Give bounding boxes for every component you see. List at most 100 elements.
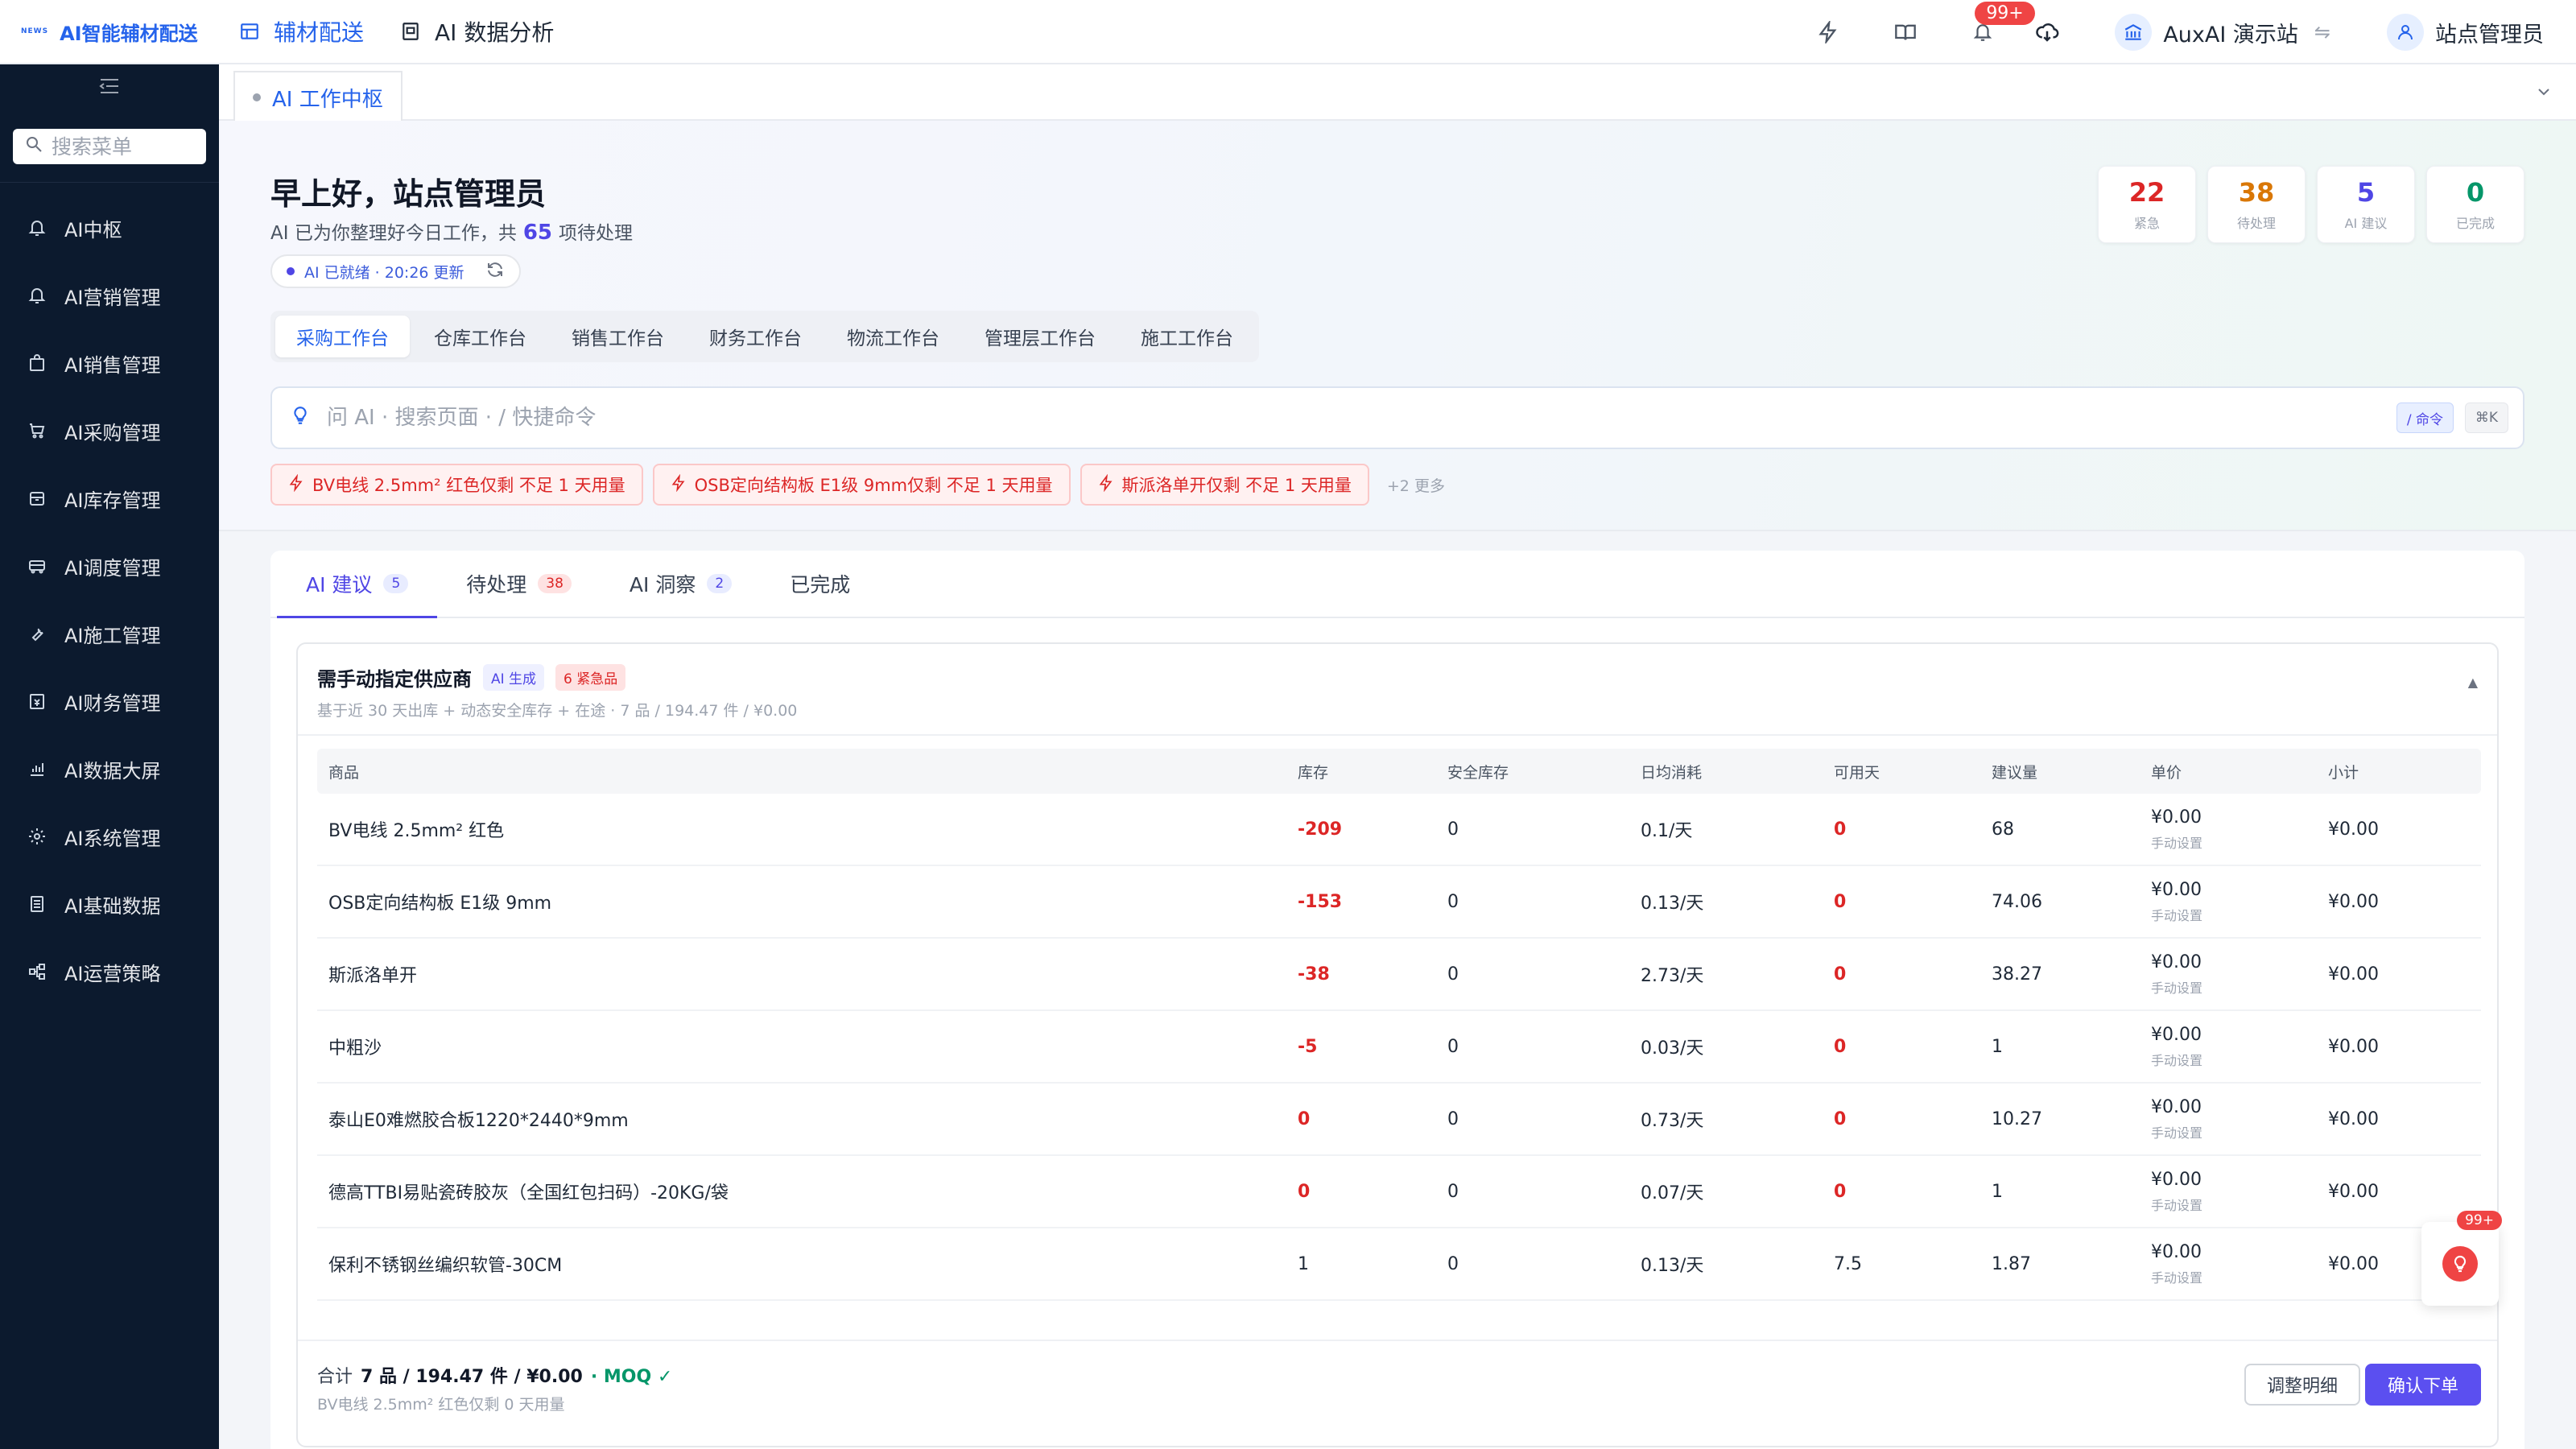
table-cell-price: ¥0.00 手动设置 bbox=[2140, 1025, 2317, 1069]
table-row[interactable]: OSB定向结构板 E1级 9mm -153 0 0.13/天 0 74.06 ¥0.00 手动… bbox=[317, 866, 2481, 939]
sidebar-item[interactable]: AI采购管理 bbox=[0, 397, 219, 464]
stat-card[interactable]: 38 待处理 bbox=[2207, 166, 2306, 243]
book-icon[interactable] bbox=[1889, 16, 1922, 48]
cell-value: 68 bbox=[1992, 819, 2014, 840]
cell-value: ¥0.00 bbox=[2328, 1253, 2379, 1274]
column-header: 建议量 bbox=[1992, 763, 2038, 782]
sidebar-item[interactable]: AI施工管理 bbox=[0, 600, 219, 667]
ask-ai-input[interactable] bbox=[327, 406, 2259, 430]
column-header: 库存 bbox=[1298, 763, 1329, 782]
storefront-icon bbox=[238, 20, 261, 43]
panel-tab[interactable]: 已完成 bbox=[761, 550, 879, 617]
lightbulb-icon bbox=[290, 404, 311, 431]
topnav-aux-delivery[interactable]: 辅材配送 bbox=[238, 0, 364, 64]
sidebar-item[interactable]: AI销售管理 bbox=[0, 329, 219, 397]
page-tab-label: AI 工作中枢 bbox=[272, 87, 383, 112]
stat-card[interactable]: 22 紧急 bbox=[2098, 166, 2196, 243]
notification-badge: 99+ bbox=[1975, 2, 2035, 25]
sidebar-item[interactable]: AI调度管理 bbox=[0, 532, 219, 600]
adjust-details-button[interactable]: 调整明细 bbox=[2244, 1364, 2360, 1406]
top-header: NEWS AI智能辅材配送 辅材配送 AI 数据分析 99+ AuxAI 演示站… bbox=[0, 0, 2576, 64]
unit-price: ¥0.00 bbox=[2151, 1024, 2202, 1045]
page-tab-ai-hub[interactable]: AI 工作中枢 bbox=[233, 71, 402, 122]
cell-value: 0.13/天 bbox=[1641, 894, 1704, 914]
panel-tab[interactable]: 待处理 38 bbox=[437, 550, 601, 617]
table-row[interactable]: BV电线 2.5mm² 红色 -209 0 0.1/天 0 68 ¥0.00 手动设置 ¥0.0… bbox=[317, 794, 2481, 866]
table-cell-days: 0 bbox=[1823, 1037, 1980, 1057]
topnav-ai-analytics[interactable]: AI 数据分析 bbox=[399, 0, 554, 64]
command-hint[interactable]: / 命令 bbox=[2396, 402, 2454, 433]
table-row[interactable]: 中粗沙 -5 0 0.03/天 0 1 ¥0.00 手动设置 ¥0.00 bbox=[317, 1011, 2481, 1084]
alert-chip[interactable]: 斯派洛单开仅剩 不足 1 天用量 bbox=[1080, 464, 1369, 506]
cell-value: 10.27 bbox=[1992, 1108, 2042, 1129]
table-cell-safety: 0 bbox=[1436, 1109, 1629, 1129]
table-cell-stock: -209 bbox=[1286, 819, 1436, 840]
sidebar-search-input[interactable] bbox=[52, 134, 213, 159]
chevron-down-icon[interactable] bbox=[2534, 82, 2553, 106]
table-cell-safety: 0 bbox=[1436, 964, 1629, 985]
alert-chip[interactable]: BV电线 2.5mm² 红色仅剩 不足 1 天用量 bbox=[270, 464, 643, 506]
table-row[interactable]: 德高TTBI易贴瓷砖胶灰（全国红包扫码）-20KG/袋 0 0 0.07/天 0 1 ¥0.… bbox=[317, 1156, 2481, 1228]
lightning-icon[interactable] bbox=[1812, 16, 1844, 48]
panel-tab[interactable]: AI 洞察 2 bbox=[601, 550, 761, 617]
workspace-tab[interactable]: 物流工作台 bbox=[826, 316, 960, 357]
sidebar-item[interactable]: AI运营策略 bbox=[0, 938, 219, 1005]
workspace-tab[interactable]: 财务工作台 bbox=[688, 316, 823, 357]
sidebar-item[interactable]: AI中枢 bbox=[0, 194, 219, 262]
table-cell-suggest: 68 bbox=[1980, 819, 2140, 840]
workspace-tab[interactable]: 管理层工作台 bbox=[964, 316, 1117, 357]
price-note: 手动设置 bbox=[2151, 1269, 2203, 1286]
sidebar-collapse-button[interactable] bbox=[0, 64, 219, 113]
site-switcher[interactable]: AuxAI 演示站 ⇋ bbox=[2115, 14, 2330, 51]
footer-prefix: 合计 bbox=[317, 1367, 353, 1387]
table-cell-stock: 0 bbox=[1286, 1109, 1436, 1129]
workspace-tab[interactable]: 采购工作台 bbox=[275, 316, 410, 357]
workspace-tab[interactable]: 销售工作台 bbox=[551, 316, 685, 357]
brand[interactable]: NEWS AI智能辅材配送 bbox=[0, 0, 219, 64]
notification-bell-icon[interactable]: 99+ bbox=[1967, 2, 2035, 48]
table-cell-suggest: 1 bbox=[1980, 1182, 2140, 1202]
table-row[interactable]: 泰山E0难燃胶合板1220*2440*9mm 0 0 0.73/天 0 10.27 ¥0.0… bbox=[317, 1084, 2481, 1156]
sidebar-item[interactable]: AI数据大屏 bbox=[0, 735, 219, 803]
card-header[interactable]: 需手动指定供应商 AI 生成 6 紧急品 基于近 30 天出库 + 动态安全库存… bbox=[298, 644, 2497, 736]
sidebar-item[interactable]: AI财务管理 bbox=[0, 667, 219, 735]
top-nav: 辅材配送 AI 数据分析 bbox=[238, 0, 554, 64]
stat-label: AI 建议 bbox=[2344, 216, 2388, 231]
panel-tab-label: 已完成 bbox=[790, 573, 851, 597]
table-cell-stock: 0 bbox=[1286, 1182, 1436, 1202]
sidebar: AI中枢 AI营销管理 AI销售管理 AI采购管理 AI库存管理 AI调度管理 AI施工管理… bbox=[0, 64, 219, 1449]
table-cell-suggest: 1.87 bbox=[1980, 1254, 2140, 1274]
refresh-icon[interactable] bbox=[485, 260, 505, 283]
sidebar-item[interactable]: AI系统管理 bbox=[0, 803, 219, 870]
stat-card[interactable]: 5 AI 建议 bbox=[2317, 166, 2415, 243]
table-cell-suggest: 1 bbox=[1980, 1037, 2140, 1057]
hero-section: 早上好，站点管理员 AI 已为你整理好今日工作，共 65 项待处理 AI 已就绪… bbox=[219, 121, 2576, 531]
workspace-tab[interactable]: 施工工作台 bbox=[1120, 316, 1254, 357]
panel-tab[interactable]: AI 建议 5 bbox=[277, 550, 438, 619]
cloud-download-icon[interactable] bbox=[2031, 16, 2063, 48]
alerts-more-link[interactable]: +2 更多 bbox=[1387, 474, 1445, 496]
cell-value: -38 bbox=[1298, 964, 1330, 985]
sidebar-item[interactable]: AI基础数据 bbox=[0, 870, 219, 938]
user-menu[interactable]: 站点管理员 bbox=[2387, 14, 2544, 51]
collapse-caret-icon[interactable]: ▲ bbox=[2468, 675, 2478, 690]
sidebar-item[interactable]: AI营销管理 bbox=[0, 262, 219, 329]
user-icon bbox=[2387, 14, 2424, 51]
table-body: BV电线 2.5mm² 红色 -209 0 0.1/天 0 68 ¥0.00 手动设置 ¥0.0… bbox=[317, 794, 2481, 1301]
table-cell-days: 0 bbox=[1823, 1109, 1980, 1129]
stat-card[interactable]: 0 已完成 bbox=[2426, 166, 2524, 243]
table-row[interactable]: 斯派洛单开 -38 0 2.73/天 0 38.27 ¥0.00 手动设置 ¥0.00 bbox=[317, 939, 2481, 1011]
table-row[interactable]: 保利不锈钢丝编织软管-30CM 1 0 0.13/天 7.5 1.87 ¥0.00 手动设置 ¥… bbox=[317, 1228, 2481, 1301]
card-title: 需手动指定供应商 AI 生成 6 紧急品 bbox=[317, 663, 626, 691]
cell-value: 0 bbox=[1447, 1036, 1459, 1057]
sidebar-search[interactable] bbox=[13, 129, 213, 164]
workspace-tab[interactable]: 仓库工作台 bbox=[413, 316, 547, 357]
sidebar-item[interactable]: AI库存管理 bbox=[0, 464, 219, 532]
ask-ai-box[interactable]: / 命令 ⌘K bbox=[270, 386, 2524, 449]
alert-chip[interactable]: OSB定向结构板 E1级 9mm仅剩 不足 1 天用量 bbox=[652, 464, 1071, 506]
sidebar-divider bbox=[0, 182, 219, 183]
table-cell-daily: 0.13/天 bbox=[1629, 889, 1823, 914]
ai-assistant-button[interactable]: 99+ bbox=[2421, 1211, 2502, 1306]
confirm-order-button[interactable]: 确认下单 bbox=[2364, 1364, 2481, 1406]
panel-tab-label: 待处理 bbox=[466, 573, 527, 597]
